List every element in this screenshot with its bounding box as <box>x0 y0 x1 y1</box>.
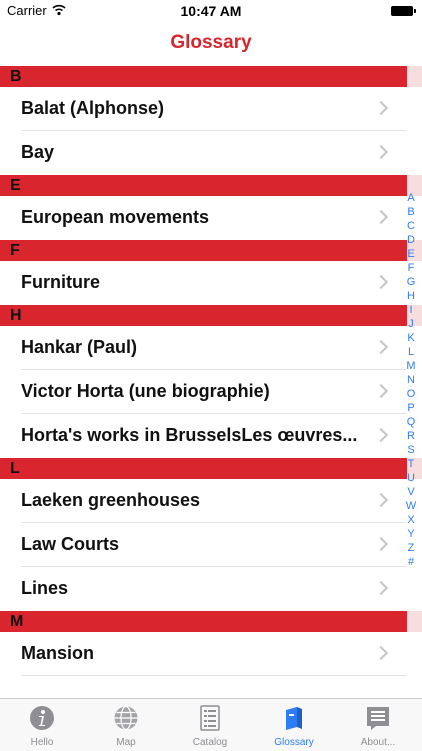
index-letter[interactable]: L <box>403 345 419 359</box>
index-letter[interactable]: J <box>403 317 419 331</box>
chevron-right-icon <box>373 100 389 116</box>
index-letter[interactable]: M <box>403 359 419 373</box>
globe-icon <box>114 705 138 731</box>
chevron-right-icon <box>373 274 389 290</box>
list-item[interactable]: Bay <box>0 131 422 175</box>
index-letter[interactable]: A <box>403 191 419 205</box>
section-header-f: F <box>0 240 422 261</box>
index-letter[interactable]: R <box>403 429 419 443</box>
section-header-e: E <box>0 175 422 196</box>
section-letter: B <box>10 68 22 85</box>
section-letter: M <box>10 613 24 630</box>
index-letter[interactable]: # <box>403 555 419 569</box>
section-header-m: M <box>0 611 422 632</box>
index-letter[interactable]: C <box>403 219 419 233</box>
index-letter[interactable]: Q <box>403 415 419 429</box>
chevron-right-icon <box>373 144 389 160</box>
chevron-right-icon <box>373 209 389 225</box>
tab-bar: Hello Map Catalog Glossary About... <box>0 698 422 751</box>
status-bar: Carrier 10:47 AM <box>0 0 422 22</box>
chevron-right-icon <box>373 536 389 552</box>
list-item[interactable]: Mansion <box>0 632 422 676</box>
list-item[interactable]: Laeken greenhouses <box>0 479 422 523</box>
list-item-label: European movements <box>21 207 210 227</box>
list-item-label: Law Courts <box>21 534 120 554</box>
clock: 10:47 AM <box>180 3 242 19</box>
index-letter[interactable]: K <box>403 331 419 345</box>
list-item[interactable]: Balat (Alphonse) <box>0 87 422 131</box>
tab-label: Hello <box>30 737 54 748</box>
chevron-right-icon <box>373 383 389 399</box>
tab-label: Map <box>116 737 136 748</box>
section-header-l: L <box>0 458 422 479</box>
index-letter[interactable]: T <box>403 457 419 471</box>
tab-label: Glossary <box>274 737 314 748</box>
list-item-label: Balat (Alphonse) <box>21 98 165 118</box>
index-letter[interactable]: V <box>403 485 419 499</box>
index-letter[interactable]: I <box>403 303 419 317</box>
index-letter[interactable]: E <box>403 247 419 261</box>
section-letter: H <box>10 307 22 324</box>
list-item-label: Lines <box>21 578 69 598</box>
index-letter[interactable]: H <box>403 289 419 303</box>
index-letter[interactable]: U <box>403 471 419 485</box>
list-item-label: Hankar (Paul) <box>21 337 138 357</box>
list-item[interactable]: Victor Horta (une biographie) <box>0 370 422 414</box>
glossary-list[interactable]: B Balat (Alphonse) Bay E European moveme… <box>0 66 422 698</box>
tab-map[interactable]: Map <box>84 699 168 751</box>
info-icon <box>30 706 54 730</box>
index-letter[interactable]: Z <box>403 541 419 555</box>
page-title: Glossary <box>170 32 252 53</box>
index-letter[interactable]: D <box>403 233 419 247</box>
list-item[interactable]: European movements <box>0 196 422 240</box>
chevron-right-icon <box>373 580 389 596</box>
tab-glossary[interactable]: Glossary <box>252 699 336 751</box>
section-header-b: B <box>0 66 422 87</box>
tab-label: About... <box>360 737 396 748</box>
chevron-right-icon <box>373 339 389 355</box>
index-letter[interactable]: N <box>403 373 419 387</box>
index-letter[interactable]: B <box>403 205 419 219</box>
tab-label: Catalog <box>192 737 228 748</box>
chevron-right-icon <box>373 427 389 443</box>
index-letter[interactable]: F <box>403 261 419 275</box>
chevron-right-icon <box>373 645 389 661</box>
list-item[interactable]: Horta's works in BrusselsLes œuvres... <box>0 414 422 458</box>
document-icon <box>200 705 220 731</box>
row-divider <box>21 675 406 676</box>
section-index[interactable]: A B C D E F G H I J K L M N O P Q R S T U V W X Y Z # <box>403 191 419 569</box>
section-letter: E <box>10 177 21 194</box>
list-item-label: Mansion <box>21 643 95 663</box>
list-item-label: Laeken greenhouses <box>21 490 201 510</box>
section-letter: F <box>10 242 20 259</box>
index-letter[interactable]: G <box>403 275 419 289</box>
index-letter[interactable]: Y <box>403 527 419 541</box>
list-item[interactable]: Furniture <box>0 261 422 305</box>
tab-about[interactable]: About... <box>336 699 420 751</box>
list-item[interactable]: Hankar (Paul) <box>0 326 422 370</box>
tab-catalog[interactable]: Catalog <box>168 699 252 751</box>
navigation-bar: Glossary <box>0 22 422 67</box>
list-item[interactable]: Law Courts <box>0 523 422 567</box>
index-letter[interactable]: S <box>403 443 419 457</box>
bla-bla-apps-icon <box>367 707 389 730</box>
section-letter: L <box>10 460 20 477</box>
index-letter[interactable]: X <box>403 513 419 527</box>
list-item[interactable]: Lines <box>0 567 422 611</box>
index-letter[interactable]: O <box>403 387 419 401</box>
index-letter[interactable]: W <box>403 499 419 513</box>
list-item-label: Horta's works in BrusselsLes œuvres... <box>21 425 358 445</box>
tab-hello[interactable]: Hello <box>0 699 84 751</box>
section-header-h: H <box>0 305 422 326</box>
list-item-label: Bay <box>21 142 55 162</box>
index-letter[interactable]: P <box>403 401 419 415</box>
list-item-label: Victor Horta (une biographie) <box>21 381 270 401</box>
book-icon <box>286 707 302 730</box>
battery-icon <box>391 6 416 16</box>
list-item-label: Furniture <box>21 272 100 292</box>
chevron-right-icon <box>373 492 389 508</box>
